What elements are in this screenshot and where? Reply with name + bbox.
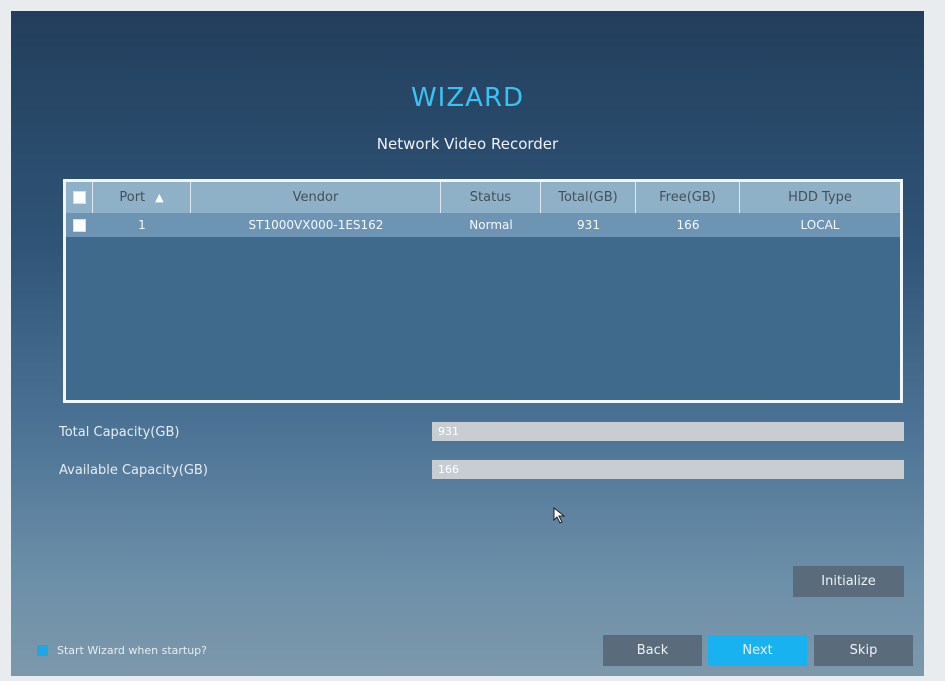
select-all-checkbox[interactable] xyxy=(72,191,86,204)
disk-table: Port ▲ Vendor Status Total(GB) Free(GB) … xyxy=(63,179,903,403)
total-capacity-field: 931 xyxy=(432,422,904,441)
cell-hdd-type: LOCAL xyxy=(800,218,840,232)
wizard-title: WIZARD xyxy=(410,83,525,113)
wizard-screen: WIZARD Network Video Recorder Port ▲ Ven… xyxy=(11,11,924,676)
cell-free: 166 xyxy=(676,218,700,232)
back-button[interactable]: Back xyxy=(603,635,702,666)
row-checkbox[interactable] xyxy=(73,218,86,232)
initialize-button[interactable]: Initialize xyxy=(793,566,904,597)
row-select-cell xyxy=(66,213,93,237)
total-capacity-label: Total Capacity(GB) xyxy=(59,425,180,440)
mouse-pointer-icon xyxy=(553,507,566,524)
cell-status: Normal xyxy=(469,218,513,232)
available-capacity-field: 166 xyxy=(432,460,904,479)
cell-port: 1 xyxy=(138,218,146,232)
column-header-total[interactable]: Total(GB) xyxy=(541,182,636,213)
table-row[interactable]: 1 ST1000VX000-1ES162 Normal 931 166 LOCA… xyxy=(66,213,900,237)
cell-total: 931 xyxy=(577,218,600,232)
column-header-hdd-type[interactable]: HDD Type xyxy=(740,182,900,213)
available-capacity-label: Available Capacity(GB) xyxy=(59,463,208,478)
sort-ascending-icon: ▲ xyxy=(155,191,164,204)
column-header-free[interactable]: Free(GB) xyxy=(636,182,740,213)
start-wizard-checkbox[interactable] xyxy=(37,645,48,656)
wizard-subtitle: Network Video Recorder xyxy=(376,135,559,153)
table-header: Port ▲ Vendor Status Total(GB) Free(GB) … xyxy=(66,182,900,213)
column-label-port: Port xyxy=(119,190,146,205)
select-all-cell xyxy=(66,182,93,213)
next-button[interactable]: Next xyxy=(708,635,807,666)
column-header-vendor[interactable]: Vendor xyxy=(191,182,441,213)
column-header-port[interactable]: Port ▲ xyxy=(93,182,191,213)
cell-vendor: ST1000VX000-1ES162 xyxy=(248,218,384,232)
column-header-status[interactable]: Status xyxy=(441,182,541,213)
start-wizard-option[interactable]: Start Wizard when startup? xyxy=(37,644,207,657)
start-wizard-label: Start Wizard when startup? xyxy=(57,644,207,657)
skip-button[interactable]: Skip xyxy=(814,635,913,666)
